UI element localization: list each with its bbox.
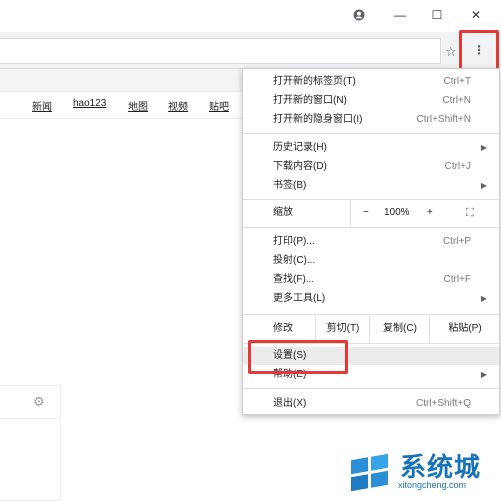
watermark-brand: 系统城: [400, 452, 482, 482]
menu-item-bookmarks[interactable]: 书签(B) ▶: [243, 177, 499, 195]
menu-item-shortcut: Ctrl+F: [443, 274, 472, 285]
menu-item-cast[interactable]: 投射(C)...: [243, 252, 499, 270]
star-icon[interactable]: ☆: [445, 44, 457, 60]
chevron-right-icon: ▶: [480, 181, 487, 190]
top-nav: 新闻 hao123 地图 视频 贴吧: [0, 98, 242, 118]
cut-button[interactable]: 剪切(T): [315, 315, 370, 343]
maximize-button[interactable]: ☐: [420, 0, 454, 30]
menu-item-shortcut: Ctrl+J: [444, 161, 471, 172]
settings-highlight: [248, 340, 348, 374]
menu-item-new-window[interactable]: 打开新的窗口(N) Ctrl+N: [243, 92, 499, 110]
menu-item-shortcut: Ctrl+N: [442, 95, 471, 106]
zoom-out-button[interactable]: −: [363, 199, 369, 227]
edit-label: 修改: [273, 323, 293, 334]
menu-item-print[interactable]: 打印(P)... Ctrl+P: [243, 233, 499, 251]
chevron-right-icon: ▶: [480, 294, 487, 303]
menu-item-shortcut: Ctrl+T: [443, 76, 472, 87]
chevron-right-icon: ▶: [480, 143, 487, 152]
menu-item-find[interactable]: 查找(F)... Ctrl+F: [243, 271, 499, 289]
menu-item-label: 查找(F)...: [273, 274, 315, 285]
content-panel: [0, 385, 61, 501]
menu-item-shortcut: Ctrl+Shift+N: [416, 114, 471, 125]
menu-item-label: 打开新的窗口(N): [273, 95, 347, 106]
menu-item-label: 书签(B): [273, 180, 307, 191]
menu-item-shortcut: Ctrl+Shift+Q: [415, 398, 471, 409]
menu-separator: [243, 388, 499, 389]
menu-item-label: 退出(X): [273, 398, 307, 409]
menu-item-label: 历史记录(H): [273, 142, 327, 153]
menu-item-more-tools[interactable]: 更多工具(L) ▶: [243, 290, 499, 308]
nav-link-tieba[interactable]: 贴吧: [209, 98, 229, 113]
zoom-controls: − 100% + ⛶: [350, 199, 500, 227]
menu-item-label: 下载内容(D): [273, 161, 327, 172]
menu-item-new-tab[interactable]: 打开新的标签页(T) Ctrl+T: [243, 73, 499, 91]
divider: [0, 418, 60, 419]
chevron-right-icon: ▶: [480, 370, 487, 379]
menu-item-label: 打开新的标签页(T): [273, 76, 356, 87]
menu-item-incognito[interactable]: 打开新的隐身窗口(I) Ctrl+Shift+N: [243, 111, 499, 129]
paste-button[interactable]: 粘贴(P): [429, 315, 500, 343]
gear-icon[interactable]: ⚙: [33, 394, 45, 410]
page-header-strip: [0, 69, 242, 92]
fullscreen-icon[interactable]: ⛶: [466, 199, 474, 227]
watermark-url: xitongcheng.com: [398, 480, 467, 490]
divider: [0, 118, 242, 119]
nav-link-video[interactable]: 视频: [168, 98, 188, 113]
nav-link-map[interactable]: 地图: [128, 98, 148, 113]
nav-link-news[interactable]: 新闻: [32, 98, 52, 113]
menu-separator: [243, 133, 499, 134]
address-bar[interactable]: [0, 38, 441, 64]
title-bar: — ☐ ✕: [0, 0, 501, 32]
nav-link-hao123[interactable]: hao123: [73, 98, 106, 109]
account-circle-icon[interactable]: [342, 0, 376, 30]
zoom-level: 100%: [384, 207, 410, 218]
copy-button[interactable]: 复制(C): [369, 315, 430, 343]
menu-item-shortcut: Ctrl+P: [442, 236, 471, 247]
menu-item-downloads[interactable]: 下载内容(D) Ctrl+J: [243, 158, 499, 176]
menu-zoom-row: 缩放 − 100% + ⛶: [243, 199, 499, 227]
menu-item-label: 投射(C)...: [273, 255, 316, 266]
minimize-button[interactable]: —: [383, 0, 417, 30]
menu-item-label: 打开新的隐身窗口(I): [273, 114, 363, 125]
zoom-label: 缩放: [273, 207, 293, 218]
menu-item-label: 打印(P)...: [273, 236, 315, 247]
menu-item-history[interactable]: 历史记录(H) ▶: [243, 139, 499, 157]
close-button[interactable]: ✕: [459, 0, 493, 30]
windows-logo-icon: [347, 451, 393, 492]
menu-item-label: 更多工具(L): [273, 293, 326, 304]
menu-edit-row: 修改 剪切(T) 复制(C) 粘贴(P): [243, 315, 499, 343]
zoom-in-button[interactable]: +: [427, 199, 433, 227]
menu-item-exit[interactable]: 退出(X) Ctrl+Shift+Q: [243, 395, 499, 413]
menu-separator: [243, 227, 499, 228]
